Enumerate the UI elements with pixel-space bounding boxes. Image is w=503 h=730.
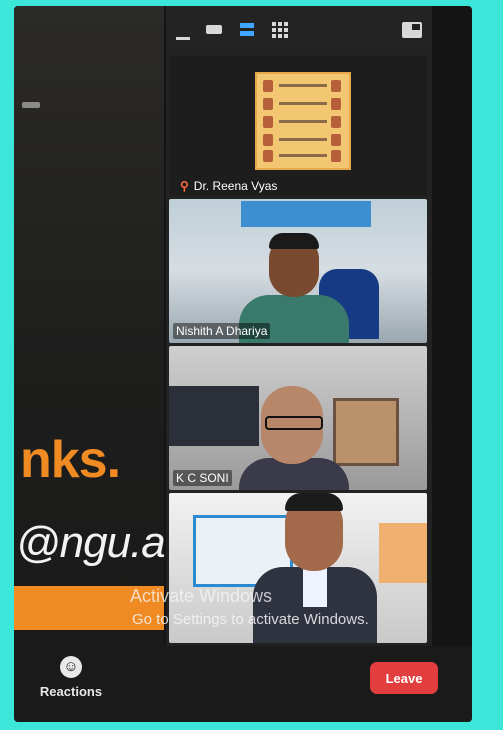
reactions-button[interactable]: ☺ Reactions [30, 656, 112, 699]
zoom-meeting-window: nks. @ngu.a ⚲ Dr. Reena Vyas Nishith A D… [14, 6, 472, 722]
mic-muted-icon: ⚲ [180, 179, 189, 193]
view-toolbar [166, 6, 432, 52]
wall-frame [333, 398, 399, 466]
background-banner [241, 201, 371, 227]
slide-heading-text: nks. [20, 431, 121, 489]
exit-fullscreen-icon[interactable] [402, 22, 422, 41]
person-hair [269, 233, 319, 249]
grid-view-icon[interactable] [272, 22, 288, 41]
participants-panel: ⚲ Dr. Reena Vyas Nishith A Dhariya K C SO… [166, 6, 432, 646]
profile-picture [255, 72, 351, 170]
activate-windows-title: Activate Windows [130, 586, 273, 606]
person-hair [285, 493, 343, 511]
glasses [265, 416, 323, 430]
activate-windows-subtitle: Go to Settings to activate Windows. [132, 611, 369, 628]
participant-tile[interactable]: K C SONI [169, 346, 427, 490]
smiley-icon: ☺ [60, 656, 82, 678]
background-shelf [169, 386, 259, 446]
gallery-strip-icon[interactable] [240, 22, 254, 41]
participant-name-label: ⚲ Dr. Reena Vyas [180, 179, 278, 193]
person-shirt [303, 567, 327, 607]
participant-name-label: Nishith A Dhariya [173, 323, 271, 339]
participant-tile[interactable]: ⚲ Dr. Reena Vyas [169, 56, 427, 196]
leave-button[interactable]: Leave [370, 662, 438, 694]
participant-name-label: K C SONI [173, 470, 232, 486]
minimize-icon[interactable] [176, 28, 190, 44]
shared-slide: nks. @ngu.a [14, 6, 166, 646]
background-poster [379, 523, 427, 583]
reactions-label: Reactions [39, 684, 103, 699]
meeting-controls: ☺ Reactions Leave [14, 646, 472, 722]
slide-decoration [22, 102, 40, 108]
slide-email-text: @ngu.a [16, 518, 166, 567]
speaker-view-icon[interactable] [206, 22, 222, 38]
participant-tile[interactable]: Nishith A Dhariya [169, 199, 427, 343]
